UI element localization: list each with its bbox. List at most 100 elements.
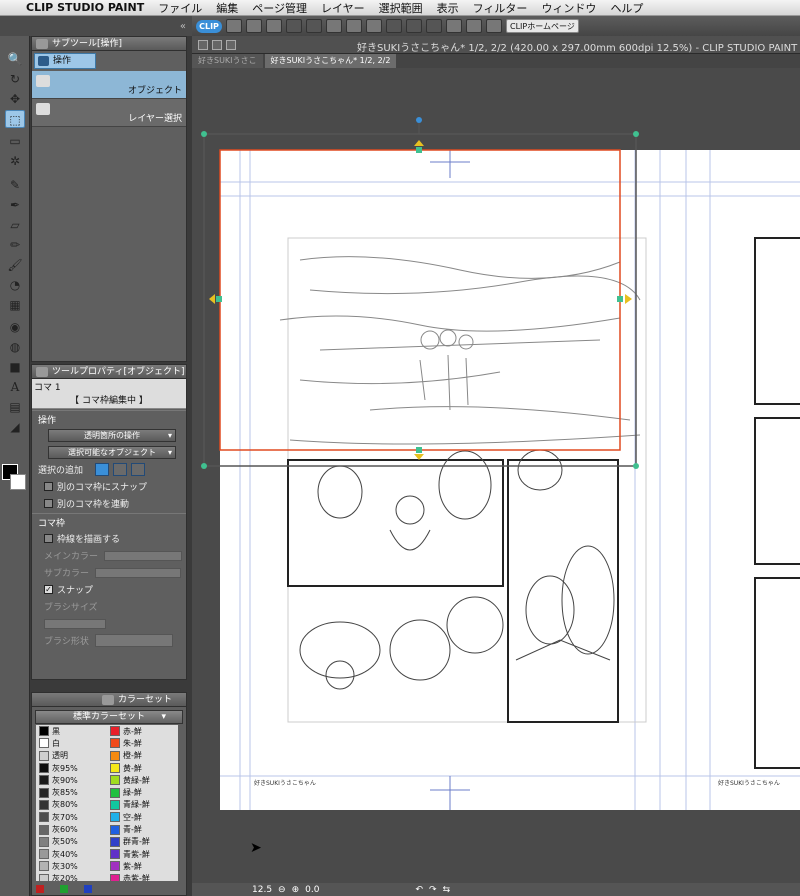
- subtool-item-object[interactable]: オブジェクト: [32, 71, 186, 99]
- menu-page[interactable]: ページ管理: [245, 0, 314, 16]
- color-entry[interactable]: 灰70%: [36, 811, 107, 823]
- edge-handle[interactable]: [416, 447, 422, 453]
- sub-color-swatch[interactable]: [10, 474, 26, 490]
- snap-other-frame-checkbox[interactable]: [44, 482, 53, 491]
- tab-document-1[interactable]: 好きSUKIうさこ: [192, 54, 263, 68]
- frame-border-icon[interactable]: ▤: [5, 398, 25, 416]
- color-entry[interactable]: 赤-鮮: [107, 725, 178, 737]
- sub-color-field[interactable]: [95, 567, 182, 578]
- magic-wand-icon[interactable]: ✲: [5, 152, 25, 170]
- zoom-stepper-icon[interactable]: ⊖: [278, 885, 286, 895]
- color-entry[interactable]: 黒: [36, 725, 107, 737]
- color-entry[interactable]: 灰20%: [36, 873, 107, 881]
- angle-stepper-icon[interactable]: ⊕: [292, 885, 300, 895]
- collapse-left-icon[interactable]: «: [180, 21, 186, 32]
- draw-border-checkbox[interactable]: [44, 534, 53, 543]
- main-color-field[interactable]: [104, 550, 183, 561]
- link-other-frame-checkbox[interactable]: [44, 499, 53, 508]
- menu-help[interactable]: ヘルプ: [603, 0, 650, 16]
- invert-selection-icon[interactable]: [406, 19, 422, 33]
- edge-handle[interactable]: [216, 296, 222, 302]
- selection-tool-icon[interactable]: ▭: [5, 132, 25, 150]
- blue-mini-swatch[interactable]: [84, 885, 92, 893]
- fill-icon[interactable]: [346, 19, 362, 33]
- gradient-icon[interactable]: ■: [5, 358, 25, 376]
- color-entry[interactable]: 灰30%: [36, 860, 107, 872]
- color-entry[interactable]: 灰85%: [36, 786, 107, 798]
- undo-icon[interactable]: [286, 19, 302, 33]
- move-tool-icon[interactable]: ✥: [5, 90, 25, 108]
- redo-icon[interactable]: [306, 19, 322, 33]
- rotate-handle[interactable]: [416, 117, 422, 123]
- snap-special-ruler-icon[interactable]: [466, 19, 482, 33]
- pen-tool-icon[interactable]: ✒: [5, 196, 25, 214]
- operation-tool-icon[interactable]: ⬚: [5, 110, 25, 128]
- add-selection-mode-icon[interactable]: [113, 463, 128, 476]
- color-entry[interactable]: 灰40%: [36, 848, 107, 860]
- rotation-value[interactable]: 0.0: [305, 885, 319, 895]
- brush-icon[interactable]: 🖌: [5, 256, 25, 274]
- color-entry[interactable]: 橙-鮮: [107, 750, 178, 762]
- color-entry[interactable]: 白: [36, 737, 107, 749]
- tab-document-2[interactable]: 好きSUKIうさこちゃん* 1/2, 2/2: [264, 54, 397, 68]
- green-mini-swatch[interactable]: [60, 885, 68, 893]
- frame-split-marker[interactable]: [414, 454, 424, 460]
- menu-window[interactable]: ウィンドウ: [534, 0, 603, 16]
- fill-tool-icon[interactable]: ◉: [5, 318, 25, 336]
- snap-grid-icon[interactable]: [486, 19, 502, 33]
- selectable-object-dropdown[interactable]: 選択可能なオブジェクト: [48, 446, 176, 459]
- color-entry[interactable]: 赤紫-鮮: [107, 873, 178, 881]
- blend-icon[interactable]: ◍: [5, 338, 25, 356]
- color-entry[interactable]: 灰60%: [36, 823, 107, 835]
- menu-selection[interactable]: 選択範囲: [372, 0, 430, 16]
- color-entry[interactable]: 灰95%: [36, 762, 107, 774]
- minimize-window-icon[interactable]: [212, 40, 222, 50]
- frame-split-marker[interactable]: [414, 140, 424, 146]
- eyedropper-icon[interactable]: ✎: [5, 176, 25, 194]
- airbrush-icon[interactable]: ◔: [5, 276, 25, 294]
- color-entry[interactable]: 灰50%: [36, 836, 107, 848]
- menu-view[interactable]: 表示: [430, 0, 466, 16]
- brush-size-slider[interactable]: [44, 618, 106, 629]
- toggle-selection-mode-icon[interactable]: [131, 463, 146, 476]
- eraser-icon[interactable]: ▱: [5, 216, 25, 234]
- snap-ruler-icon[interactable]: [446, 19, 462, 33]
- corner-handle[interactable]: [201, 463, 207, 469]
- app-menu[interactable]: CLIP STUDIO PAINT: [22, 1, 151, 14]
- menu-filter[interactable]: フィルター: [466, 0, 535, 16]
- zoom-window-icon[interactable]: [226, 40, 236, 50]
- color-entry[interactable]: 紫-鮮: [107, 860, 178, 872]
- flip-icon[interactable]: ⇆: [443, 885, 451, 895]
- frame-split-marker[interactable]: [209, 294, 215, 304]
- color-entry[interactable]: 青緑-鮮: [107, 799, 178, 811]
- rotate-left-icon[interactable]: ↶: [415, 885, 423, 895]
- menu-layer[interactable]: レイヤー: [314, 0, 372, 16]
- corner-handle[interactable]: [633, 463, 639, 469]
- edge-handle[interactable]: [617, 296, 623, 302]
- color-entry[interactable]: 朱-鮮: [107, 737, 178, 749]
- new-file-icon[interactable]: [226, 19, 242, 33]
- frame-split-marker[interactable]: [625, 294, 632, 304]
- brush-shape-dropdown[interactable]: [94, 634, 173, 647]
- color-entry[interactable]: 空-鮮: [107, 811, 178, 823]
- color-entry[interactable]: 群青-鮮: [107, 836, 178, 848]
- rotate-right-icon[interactable]: ↷: [429, 885, 437, 895]
- save-icon[interactable]: [266, 19, 282, 33]
- new-selection-mode-icon[interactable]: [95, 463, 110, 476]
- erase-selection-icon[interactable]: [326, 19, 342, 33]
- color-entry[interactable]: 青紫-鮮: [107, 848, 178, 860]
- clip-logo[interactable]: CLIP: [196, 19, 222, 33]
- transform-icon[interactable]: [366, 19, 382, 33]
- corner-handle[interactable]: [201, 131, 207, 137]
- pencil-icon[interactable]: ✏: [5, 236, 25, 254]
- color-entry[interactable]: 黄緑-鮮: [107, 774, 178, 786]
- open-file-icon[interactable]: [246, 19, 262, 33]
- menu-edit[interactable]: 編集: [209, 0, 245, 16]
- color-entry[interactable]: 青-鮮: [107, 823, 178, 835]
- deselect-icon[interactable]: [386, 19, 402, 33]
- snap-checkbox[interactable]: ✓: [44, 585, 53, 594]
- show-selection-icon[interactable]: [426, 19, 442, 33]
- subtool-group-tab[interactable]: 操作: [34, 53, 96, 69]
- color-set-dropdown[interactable]: 標準カラーセット: [35, 710, 183, 724]
- zoom-tool-icon[interactable]: 🔍: [5, 50, 25, 68]
